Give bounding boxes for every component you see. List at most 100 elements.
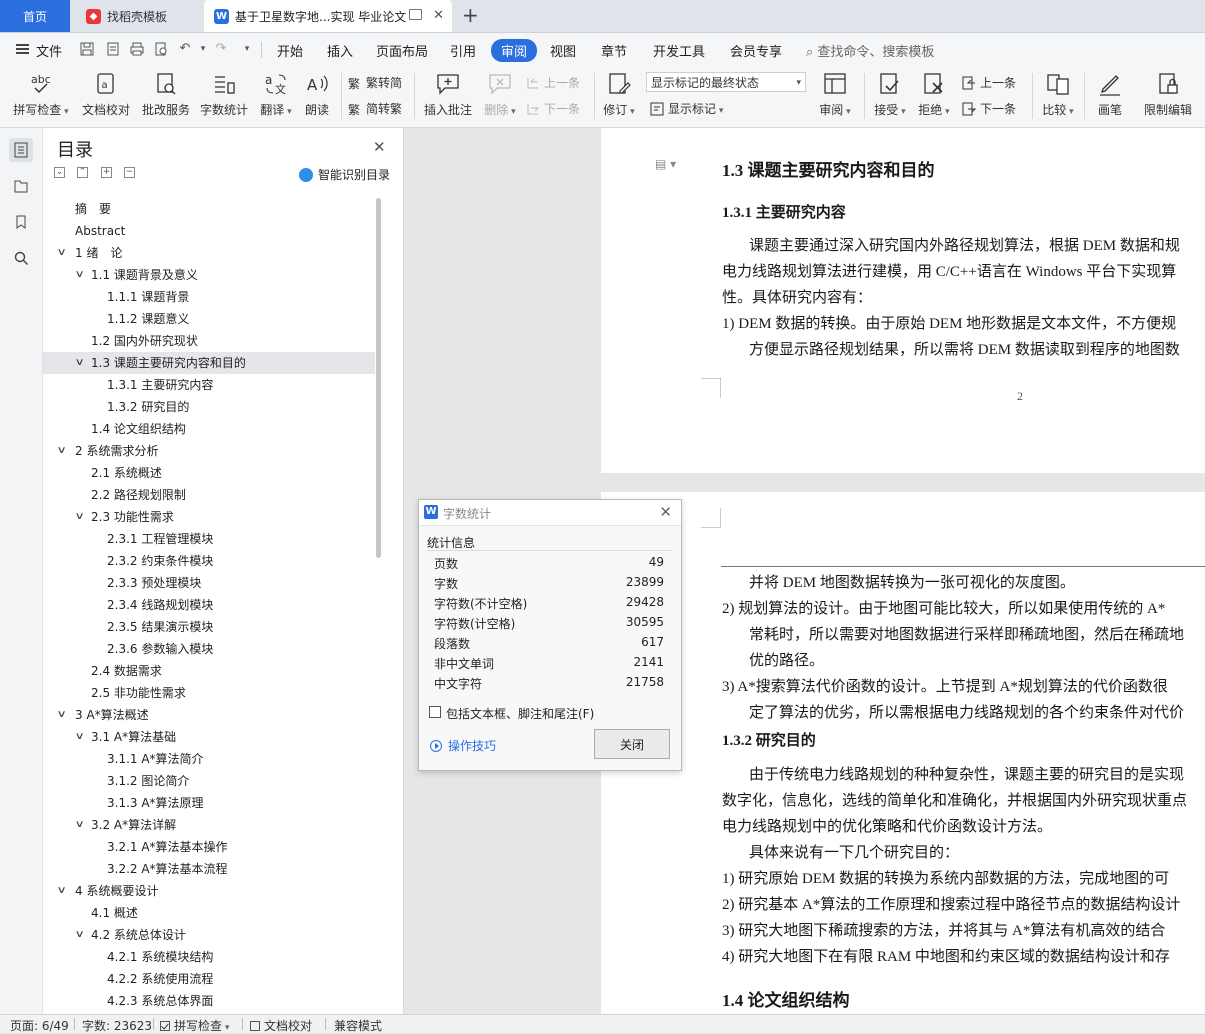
menu-developer[interactable]: 开发工具 [653,41,705,60]
tab-template[interactable]: ◆ 找稻壳模板 [74,0,200,32]
toc-item[interactable]: 2.4 数据需求 [43,660,375,682]
menu-review[interactable]: 审阅 [491,39,538,62]
command-search[interactable]: ⌕ 查找命令、搜索模板 [806,41,934,60]
undo-dropdown-icon[interactable]: ▾ [196,42,210,56]
menu-member[interactable]: 会员专享 [730,41,782,60]
chevron-down-icon[interactable]: ∨ [75,506,85,528]
spell-check-button[interactable]: abc 拼写检查 [10,69,72,125]
tab-document[interactable]: W 基于卫星数字地...实现 毕业论文 ✕ [204,0,452,32]
accept-button[interactable]: 接受 [870,69,910,125]
toc-item[interactable]: 3.2.2 A*算法基本流程 [43,858,375,880]
monitor-icon[interactable] [409,9,422,20]
toc-item[interactable]: 2.1 系统概述 [43,462,375,484]
save-icon[interactable] [80,42,94,56]
menu-view[interactable]: 视图 [550,41,576,60]
menu-section[interactable]: 章节 [601,41,627,60]
chevron-down-icon[interactable]: ∨ [57,242,67,264]
chevron-down-icon[interactable]: ∨ [75,264,85,286]
collapse-all-icon[interactable]: ⌄ [54,167,65,178]
add-entry-icon[interactable]: + [101,167,112,178]
chevron-down-icon[interactable]: ∨ [75,924,85,946]
toc-item[interactable]: ∨ 1.1 课题背景及意义 [43,264,375,286]
toc-item[interactable]: ∨ 4 系统概要设计 [43,880,375,902]
toc-item[interactable]: 3.2.1 A*算法基本操作 [43,836,375,858]
toc-item[interactable]: 1.2 国内外研究现状 [43,330,375,352]
print-preview-icon[interactable] [154,42,168,56]
toc-item[interactable]: 1.3.1 主要研究内容 [43,374,375,396]
page-indicator[interactable]: 页面: 6/49 [10,1017,69,1034]
insert-comment-button[interactable]: 插入批注 [420,69,476,125]
redo-icon[interactable]: ↷ [214,42,228,56]
menu-start[interactable]: 开始 [277,41,303,60]
customize-dropdown-icon[interactable]: ▾ [240,42,254,56]
toc-item[interactable]: ∨ 1 绪 论 [43,242,375,264]
toc-item[interactable]: 4.2.2 系统使用流程 [43,968,375,990]
tips-link[interactable]: 操作技巧 [430,737,496,754]
track-changes-button[interactable]: 修订 [600,69,638,125]
review-pane-button[interactable]: 审阅 [815,69,855,125]
prev-comment-button[interactable]: 上一条 [526,74,580,91]
toc-item[interactable]: ∨ 1.3 课题主要研究内容和目的 [43,352,375,374]
toc-item[interactable]: 3.1.2 图论简介 [43,770,375,792]
menu-insert[interactable]: 插入 [327,41,353,60]
menu-references[interactable]: 引用 [450,41,476,60]
toc-item[interactable]: 1.3.2 研究目的 [43,396,375,418]
doc-outline-icon[interactable]: ▤ ▾ [655,157,676,171]
toc-item[interactable]: Abstract [43,220,375,242]
toc-item[interactable]: 4.2.3 系统总体界面 [43,990,375,1012]
batch-service-button[interactable]: 批改服务 [140,69,192,125]
next-comment-button[interactable]: 下一条 [526,100,580,117]
spell-check-toggle[interactable]: 拼写检查 [160,1017,229,1034]
trad-to-simp-button[interactable]: 繁 繁转简 [348,74,402,91]
toc-item[interactable]: 2.2 路径规划限制 [43,484,375,506]
toc-item[interactable]: 3.1.3 A*算法原理 [43,792,375,814]
toc-item[interactable]: 4.2.1 系统模块结构 [43,946,375,968]
chevron-down-icon[interactable]: ∨ [75,726,85,748]
word-count-indicator[interactable]: 字数: 23623 [82,1017,152,1034]
bookmark-icon[interactable] [9,210,33,234]
toc-item[interactable]: ∨ 4.2 系统总体设计 [43,924,375,946]
tab-close-icon[interactable]: ✕ [433,8,444,23]
include-textbox-checkbox[interactable] [429,706,441,718]
simp-to-trad-button[interactable]: 繁 简转繁 [348,100,402,117]
chevron-down-icon[interactable]: ∨ [57,440,67,462]
markup-mode-select[interactable]: 显示标记的最终状态 ▾ [646,72,806,92]
hamburger-icon[interactable] [16,44,29,54]
toc-item[interactable]: 2.3.2 约束条件模块 [43,550,375,572]
toc-item[interactable]: 2.3.6 参数输入模块 [43,638,375,660]
prev-change-button[interactable]: 上一条 [962,74,1016,91]
toc-item[interactable]: 1.4 论文组织结构 [43,418,375,440]
remove-entry-icon[interactable]: − [124,167,135,178]
chevron-down-icon[interactable]: ∨ [57,704,67,726]
close-icon[interactable]: ✕ [659,503,672,521]
toc-scrollbar[interactable] [375,198,383,1014]
toc-item[interactable]: 摘 要 [43,198,375,220]
toc-scroll-thumb[interactable] [376,198,381,558]
read-aloud-button[interactable]: A 朗读 [298,69,336,125]
toc-item[interactable]: 4.1 概述 [43,902,375,924]
show-markup-button[interactable]: 显示标记 [650,100,723,117]
close-icon[interactable]: ✕ [373,138,386,156]
new-tab-icon[interactable]: + [462,3,479,27]
toc-item[interactable]: ∨ 2.3 功能性需求 [43,506,375,528]
print-icon[interactable] [130,42,144,56]
close-button[interactable]: 关闭 [594,729,670,759]
undo-icon[interactable]: ↶ [178,42,192,56]
menu-page-layout[interactable]: 页面布局 [376,41,428,60]
delete-comment-button[interactable]: 删除 [480,69,520,125]
include-textbox-label[interactable]: 包括文本框、脚注和尾注(F) [446,705,594,722]
toc-item[interactable]: ∨ 3 A*算法概述 [43,704,375,726]
reject-button[interactable]: 拒绝 [914,69,954,125]
next-change-button[interactable]: 下一条 [962,100,1016,117]
toc-item[interactable]: 2.5 非功能性需求 [43,682,375,704]
menu-file[interactable]: 文件 [36,41,62,60]
expand-all-icon[interactable]: ⌃ [77,167,88,178]
toc-item[interactable]: ∨ 3.1 A*算法基础 [43,726,375,748]
chevron-down-icon[interactable]: ∨ [75,814,85,836]
find-icon[interactable] [9,246,33,270]
toc-item[interactable]: ∨ 3.2 A*算法详解 [43,814,375,836]
toc-item[interactable]: 3.1.1 A*算法简介 [43,748,375,770]
proofread-button[interactable]: a 文档校对 [80,69,132,125]
chevron-down-icon[interactable]: ∨ [75,352,85,374]
toc-item[interactable]: 2.3.4 线路规划模块 [43,594,375,616]
